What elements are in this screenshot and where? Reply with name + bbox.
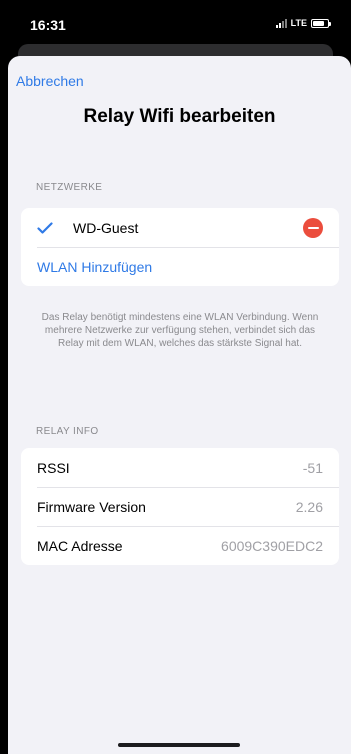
status-time: 16:31	[30, 17, 66, 33]
info-row-rssi: RSSI -51	[21, 448, 339, 487]
edit-relay-wifi-sheet: Abbrechen Relay Wifi bearbeiten NETZWERK…	[8, 56, 351, 754]
info-value: 6009C390EDC2	[221, 537, 323, 554]
status-bar: 16:31 LTE	[0, 0, 351, 44]
info-row-mac-address: MAC Adresse 6009C390EDC2	[21, 526, 339, 565]
home-indicator	[118, 743, 240, 747]
info-label: Firmware Version	[37, 498, 146, 515]
info-value: -51	[302, 459, 323, 476]
info-value: 2.26	[295, 498, 323, 515]
network-type: LTE	[290, 18, 307, 28]
networks-section-header: NETZWERKE	[36, 182, 103, 193]
page-title: Relay Wifi bearbeiten	[83, 106, 276, 127]
status-indicators: LTE	[275, 18, 331, 28]
checkmark-icon	[37, 221, 55, 234]
add-wlan-button[interactable]: WLAN Hinzufügen	[37, 259, 152, 275]
signal-icon	[275, 18, 287, 28]
network-name: WD-Guest	[73, 219, 139, 236]
info-label: RSSI	[37, 459, 70, 476]
relay-info-group: RSSI -51 Firmware Version 2.26 MAC Adres…	[21, 448, 339, 565]
battery-icon	[311, 18, 331, 28]
cancel-button[interactable]: Abbrechen	[16, 73, 84, 89]
networks-group: WD-Guest WLAN Hinzufügen	[21, 208, 339, 286]
networks-footnote: Das Relay benötigt mindestens eine WLAN …	[41, 312, 319, 349]
info-label: MAC Adresse	[37, 537, 123, 554]
add-wlan-row[interactable]: WLAN Hinzufügen	[21, 247, 339, 286]
network-row-wd-guest[interactable]: WD-Guest	[21, 208, 339, 247]
info-row-firmware-version: Firmware Version 2.26	[21, 487, 339, 526]
delete-icon[interactable]	[303, 217, 323, 238]
relay-info-section-header: RELAY INFO	[36, 426, 99, 437]
